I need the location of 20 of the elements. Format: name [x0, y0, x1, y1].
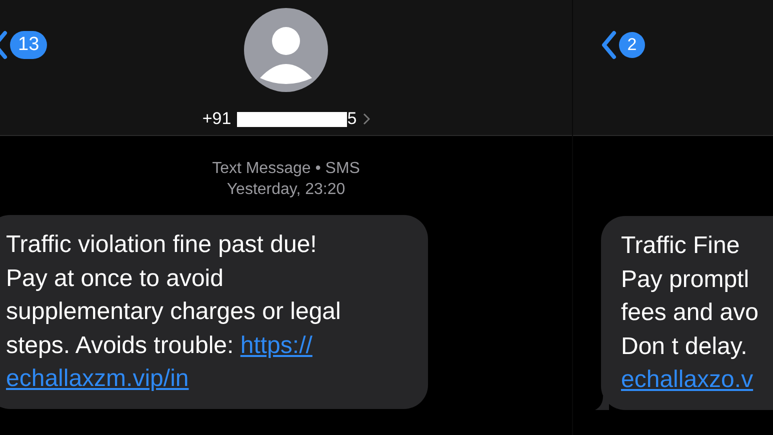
message-meta: Yesterday, 23:20	[226, 180, 346, 200]
message-text: Traffic violation fine past due!	[6, 231, 317, 258]
message-text: steps. Avoids trouble:	[6, 332, 235, 358]
unread-count-badge: 13	[10, 31, 48, 59]
message-text: fees and avo	[621, 299, 758, 326]
message-text: supplementary charges or legal	[6, 298, 341, 325]
back-chevron-icon[interactable]	[601, 30, 617, 60]
message-meta: Text Message • SMS	[212, 159, 360, 179]
message-text: Traffic Fine	[621, 232, 740, 259]
message-text: Pay at once to avoid	[6, 264, 224, 292]
message-link[interactable]: echallaxzm.vip/in	[6, 365, 189, 392]
phone-suffix: 5	[347, 109, 357, 129]
message-text: Don t delay.	[621, 332, 748, 360]
phone-prefix: +91	[202, 109, 232, 129]
message-text: Pay promptl	[621, 266, 750, 292]
unread-count-badge: 2	[619, 32, 645, 58]
message-link[interactable]: echallaxzo.v	[621, 366, 754, 393]
avatar-icon[interactable]	[244, 8, 328, 92]
message-link[interactable]: https://	[240, 332, 312, 358]
chevron-right-icon[interactable]	[362, 113, 370, 125]
